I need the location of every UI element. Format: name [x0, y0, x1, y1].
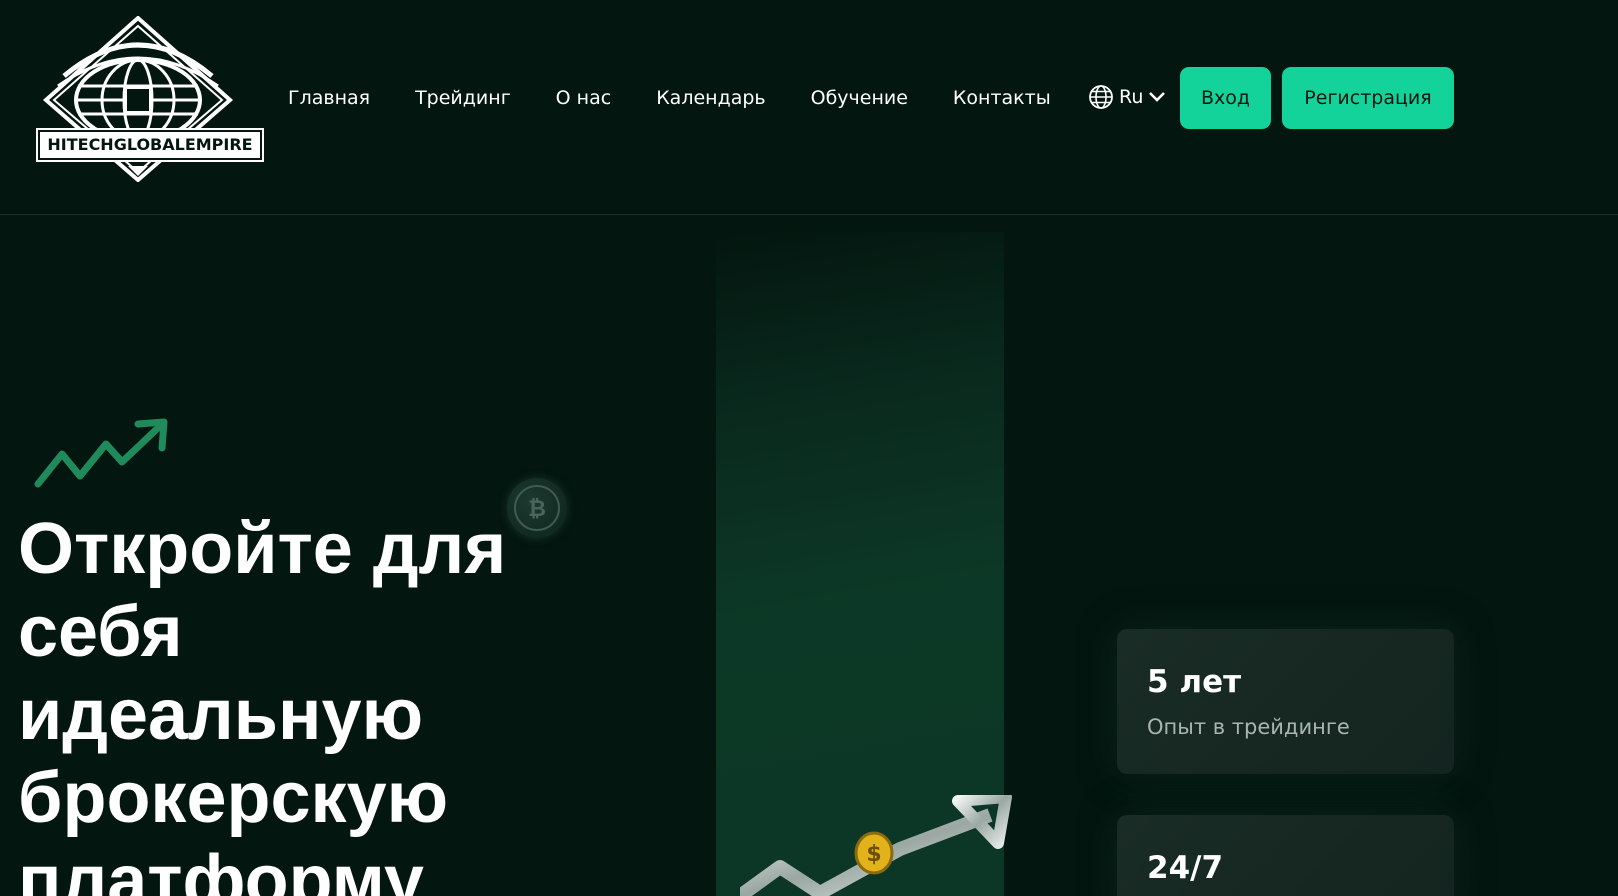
language-label: Ru — [1119, 86, 1144, 108]
nav-item-contacts[interactable]: Контакты — [953, 87, 1051, 109]
hero-title-line: идеальную — [18, 675, 424, 755]
language-selector[interactable]: Ru — [1088, 84, 1166, 110]
stat-label: Опыт в трейдинге — [1147, 715, 1350, 739]
brand-name: HITECHGLOBALEMPIRE — [40, 132, 260, 158]
hero-title-line: себя — [18, 592, 183, 672]
trend-arrow-icon — [34, 418, 168, 488]
brand-logo[interactable]: HITECHGLOBALEMPIRE — [24, 16, 260, 182]
nav-item-trading[interactable]: Трейдинг — [415, 87, 511, 109]
nav-item-about[interactable]: О нас — [556, 87, 612, 109]
nav-item-home[interactable]: Главная — [288, 87, 370, 109]
nav-item-calendar[interactable]: Календарь — [656, 87, 765, 109]
hero-title: Откройте для себя идеальную брокерскую п… — [18, 508, 638, 896]
stat-value: 24/7 — [1147, 850, 1224, 886]
stat-card-support: 24/7 — [1117, 815, 1454, 896]
hero-title-line: Откройте для — [18, 509, 507, 589]
hero-title-line: платформу — [18, 841, 424, 896]
hero-title-line: брокерскую — [18, 758, 449, 838]
landing-page: HITECHGLOBALEMPIRE Главная Трейдинг О на… — [0, 0, 1618, 896]
globe-icon — [1089, 85, 1113, 109]
login-button[interactable]: Вход — [1180, 67, 1271, 129]
main-nav: Главная Трейдинг О нас Календарь Обучени… — [288, 82, 1096, 114]
svg-text:$: $ — [866, 842, 881, 867]
register-button[interactable]: Регистрация — [1282, 67, 1454, 129]
growth-chart-illustration: $ — [740, 795, 1040, 896]
site-header: HITECHGLOBALEMPIRE Главная Трейдинг О на… — [0, 0, 1618, 215]
nav-item-education[interactable]: Обучение — [811, 87, 908, 109]
stat-card-experience: 5 лет Опыт в трейдинге — [1117, 629, 1454, 774]
stat-value: 5 лет — [1147, 664, 1242, 700]
chevron-down-icon — [1149, 92, 1166, 102]
